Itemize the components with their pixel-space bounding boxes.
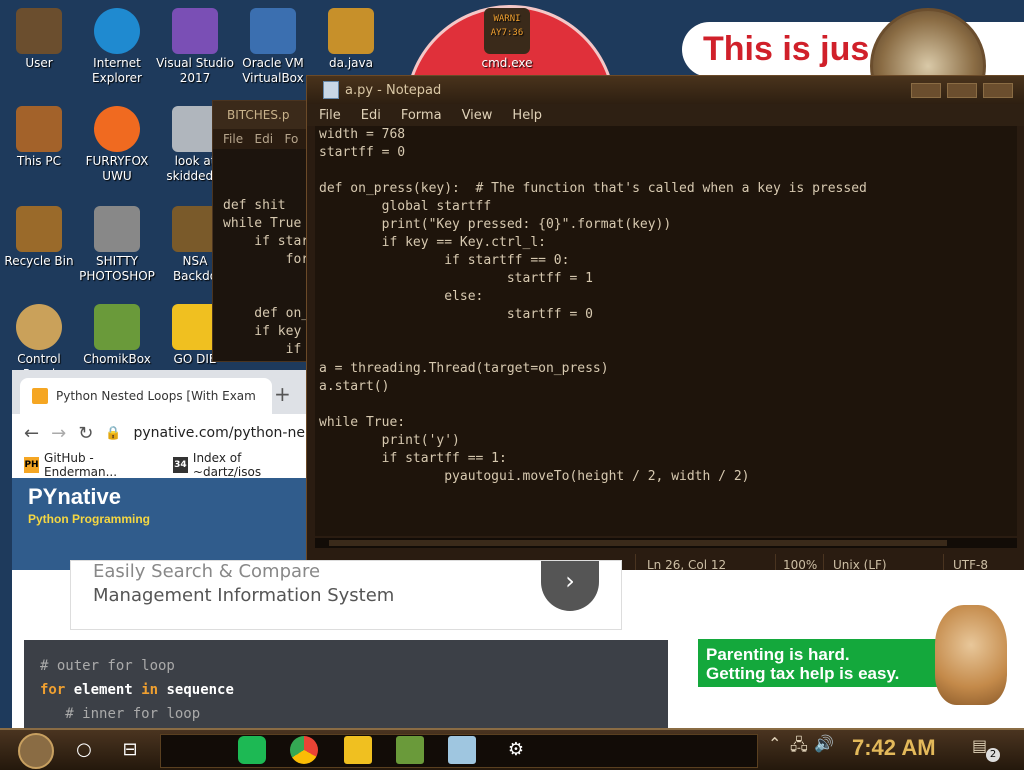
notepad-title: a.py - Notepad bbox=[345, 82, 442, 98]
edge-icon bbox=[94, 8, 140, 54]
notification-icon[interactable]: ▤ bbox=[972, 736, 987, 755]
ad-box[interactable]: Easily Search & Compare Management Infor… bbox=[70, 560, 622, 630]
folder-icon[interactable] bbox=[344, 736, 372, 764]
chevron-up-icon[interactable]: ⌃ bbox=[768, 734, 781, 753]
spotify-icon[interactable] bbox=[238, 736, 266, 764]
hamster-icon bbox=[935, 605, 1007, 705]
cmd-warning-icon: WARNI AY7:36 bbox=[484, 8, 530, 54]
pynative-favicon-icon bbox=[32, 388, 48, 404]
desktop-icon-user[interactable]: User bbox=[0, 8, 78, 71]
desktop-icon-internet-explorer[interactable]: Internet Explorer bbox=[78, 8, 156, 86]
chrome-icon[interactable] bbox=[290, 736, 318, 764]
clock[interactable]: 7:42 AM bbox=[852, 735, 936, 761]
recycle-bin-icon bbox=[16, 206, 62, 252]
desktop-icon-firefox[interactable]: FURRYFOX UWU bbox=[78, 106, 156, 184]
notification-badge: 2 bbox=[986, 748, 1000, 762]
site-tagline: Python Programming bbox=[28, 512, 151, 526]
lock-icon: 🔒 bbox=[105, 425, 122, 441]
tab-title: Python Nested Loops [With Exam bbox=[56, 389, 256, 403]
chrome-window[interactable]: Python Nested Loops [With Exam + ← → ↻ 🔒… bbox=[12, 370, 306, 570]
desktop-icon-this-pc[interactable]: This PC bbox=[0, 106, 78, 169]
maximize-button[interactable] bbox=[947, 83, 977, 98]
virtualbox-icon bbox=[250, 8, 296, 54]
minimize-button[interactable] bbox=[911, 83, 941, 98]
code-keyword: in bbox=[141, 682, 159, 698]
task-view-icon[interactable]: ⊟ bbox=[116, 736, 144, 764]
chevron-right-icon[interactable]: › bbox=[541, 561, 599, 611]
gimp-icon bbox=[94, 206, 140, 252]
gear-icon[interactable]: ⚙ bbox=[502, 736, 530, 764]
code-variable: element bbox=[73, 682, 133, 698]
notepad-icon bbox=[323, 81, 339, 99]
menu-file[interactable]: File bbox=[319, 108, 341, 123]
ad-line-1: Easily Search & Compare bbox=[93, 561, 321, 582]
bookmark-icon: 34 bbox=[172, 457, 188, 473]
horizontal-scrollbar[interactable] bbox=[315, 538, 1017, 548]
control-panel-icon bbox=[16, 304, 62, 350]
start-button[interactable] bbox=[18, 733, 54, 769]
desktop-icon-gimp[interactable]: SHITTY PHOTOSHOP bbox=[78, 206, 156, 284]
taskbar: ○ ⊟ ⚙ ⌃ 🖧 🔊 7:42 AM ▤ 2 bbox=[0, 728, 1024, 770]
menu-format[interactable]: Fo bbox=[285, 132, 299, 146]
bookmark-icon: PH bbox=[24, 457, 40, 473]
desktop-icon-da-java[interactable]: da.java bbox=[312, 8, 390, 71]
code-comment: # outer for loop bbox=[40, 658, 175, 674]
address-bar[interactable]: pynative.com/python-ne bbox=[133, 425, 304, 441]
code-keyword: for bbox=[40, 682, 66, 698]
code-sequence: sequence bbox=[166, 682, 234, 698]
visual-studio-icon bbox=[172, 8, 218, 54]
bookmark-index[interactable]: 34 Index of ~dartz/isos bbox=[172, 451, 306, 479]
back-icon[interactable]: ← bbox=[24, 423, 39, 444]
close-button[interactable] bbox=[983, 83, 1013, 98]
scrollbar-thumb[interactable] bbox=[329, 540, 947, 546]
background-banner-text: This is jus bbox=[703, 30, 870, 68]
computer-icon bbox=[16, 106, 62, 152]
code-comment: # inner for loop bbox=[65, 706, 201, 722]
firefox-icon bbox=[94, 106, 140, 152]
desktop-icon-virtualbox[interactable]: Oracle VM VirtualBox bbox=[234, 8, 312, 86]
new-tab-button[interactable]: + bbox=[274, 382, 291, 406]
menu-format[interactable]: Forma bbox=[401, 108, 442, 123]
tax-ad-banner[interactable]: Parenting is hard. Getting tax help is e… bbox=[698, 639, 950, 687]
bookmark-label: GitHub - Enderman... bbox=[44, 451, 118, 479]
menu-edit[interactable]: Edi bbox=[255, 132, 274, 146]
notepad-titlebar[interactable]: a.py - Notepad bbox=[307, 76, 1024, 104]
user-icon bbox=[16, 8, 62, 54]
notepad-window[interactable]: a.py - Notepad File Edi Forma View Help … bbox=[306, 75, 1024, 585]
code-text[interactable]: width = 768 startff = 0 def on_press(key… bbox=[315, 126, 1017, 486]
notepad-menubar: File Edi Forma View Help bbox=[307, 104, 1024, 126]
menu-file[interactable]: File bbox=[223, 132, 243, 146]
notepad-editor[interactable]: width = 768 startff = 0 def on_press(key… bbox=[315, 126, 1017, 536]
menu-edit[interactable]: Edi bbox=[361, 108, 381, 123]
toolbar: ← → ↻ 🔒 pynative.com/python-ne bbox=[12, 414, 306, 452]
menu-view[interactable]: View bbox=[462, 108, 493, 123]
notepad-icon[interactable] bbox=[448, 736, 476, 764]
desktop-icon-visual-studio[interactable]: Visual Studio 2017 bbox=[156, 8, 234, 86]
desktop-icon-cmd[interactable]: WARNI AY7:36 cmd.exe bbox=[468, 8, 546, 71]
browser-tab[interactable]: Python Nested Loops [With Exam bbox=[20, 378, 272, 414]
bookmark-label: Index of ~dartz/isos bbox=[192, 451, 262, 479]
desktop-icon-recycle-bin[interactable]: Recycle Bin bbox=[0, 206, 78, 269]
bookmarks-bar: PH GitHub - Enderman... 34 Index of ~dartz… bbox=[12, 451, 306, 479]
ad-line-2: Management Information System bbox=[93, 585, 395, 606]
hamster-box-icon[interactable] bbox=[396, 736, 424, 764]
desktop-icon-chomikbox[interactable]: ChomikBox bbox=[78, 304, 156, 367]
java-file-icon bbox=[328, 8, 374, 54]
site-logo[interactable]: PYnative bbox=[28, 484, 121, 510]
bookmark-github[interactable]: PH GitHub - Enderman... bbox=[24, 451, 163, 479]
search-icon[interactable]: ○ bbox=[70, 736, 98, 764]
speaker-icon[interactable]: 🔊 bbox=[814, 734, 834, 753]
forward-icon[interactable]: → bbox=[51, 423, 66, 444]
tab-strip: Python Nested Loops [With Exam + bbox=[12, 370, 306, 414]
network-icon[interactable]: 🖧 bbox=[790, 734, 808, 761]
hamster-box-icon bbox=[94, 304, 140, 350]
menu-help[interactable]: Help bbox=[512, 108, 542, 123]
code-example: # outer for loop for element in sequence… bbox=[24, 640, 668, 730]
reload-icon[interactable]: ↻ bbox=[78, 423, 93, 444]
site-header: PYnative Python Programming bbox=[12, 478, 306, 570]
